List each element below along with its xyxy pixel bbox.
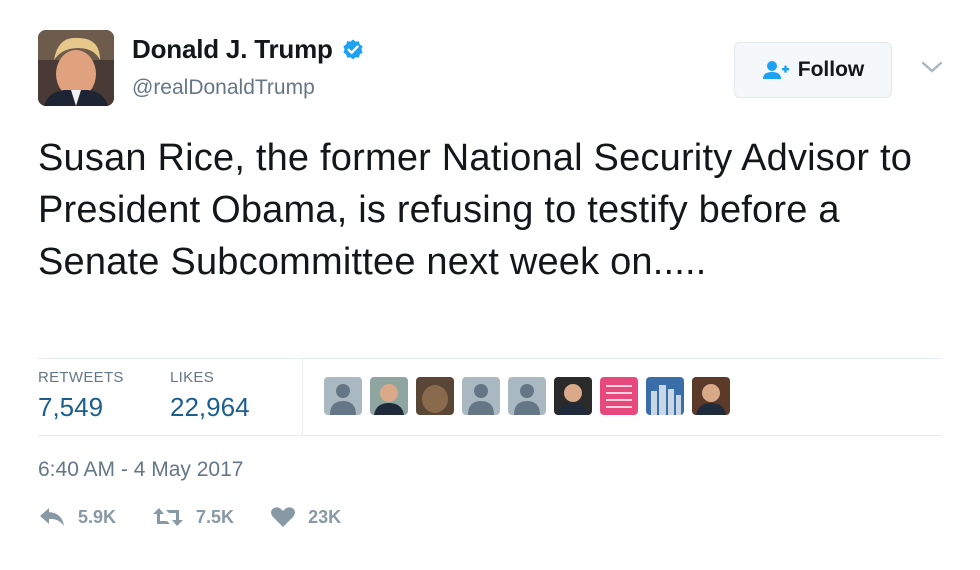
- user-handle[interactable]: @realDonaldTrump: [132, 76, 315, 100]
- follow-button[interactable]: Follow: [734, 42, 892, 98]
- retweet-count: 7.5K: [196, 506, 235, 527]
- chevron-down-icon[interactable]: [920, 58, 944, 76]
- liker-avatar[interactable]: [370, 377, 408, 415]
- retweets-count: 7,549: [38, 392, 104, 422]
- verified-badge-icon: [343, 39, 363, 59]
- likes-label: LIKES: [170, 369, 215, 386]
- liker-avatar[interactable]: [554, 377, 592, 415]
- reply-icon: [40, 508, 64, 526]
- tweet-stats: RETWEETS 7,549 LIKES 22,964: [38, 358, 942, 436]
- heart-icon: [271, 507, 296, 527]
- likes-count: 22,964: [170, 392, 250, 422]
- liker-avatar[interactable]: [324, 377, 362, 415]
- default-avatar-icon: [508, 377, 546, 415]
- liker-avatar[interactable]: [508, 377, 546, 415]
- default-avatar-icon: [324, 377, 362, 415]
- profile-photo: [38, 30, 114, 106]
- like-count: 23K: [308, 506, 342, 527]
- profile-avatar[interactable]: [38, 30, 114, 106]
- tweet-actions: 5.9K 7.5K 23K: [38, 506, 377, 528]
- display-name[interactable]: Donald J. Trump: [132, 34, 333, 65]
- city-avatar: [646, 377, 684, 415]
- photo-avatar: [370, 377, 408, 415]
- retweets-label: RETWEETS: [38, 369, 124, 386]
- liker-avatar[interactable]: [692, 377, 730, 415]
- author-name-row: Donald J. Trump: [132, 34, 365, 65]
- like-action[interactable]: 23K: [270, 506, 341, 528]
- retweet-icon: [153, 508, 184, 526]
- retweets-stat[interactable]: RETWEETS 7,549: [38, 369, 124, 423]
- photo-avatar: [554, 377, 592, 415]
- liker-avatars: [324, 377, 738, 415]
- follow-button-label: Follow: [797, 58, 865, 81]
- reply-action[interactable]: 5.9K: [38, 506, 116, 528]
- tweet-text: Susan Rice, the former National Security…: [38, 137, 913, 283]
- photo-avatar: [692, 377, 730, 415]
- liker-avatar[interactable]: [646, 377, 684, 415]
- retweet-action[interactable]: 7.5K: [152, 506, 234, 528]
- pink-text-avatar: [600, 377, 638, 415]
- tweet-timestamp[interactable]: 6:40 AM - 4 May 2017: [38, 458, 243, 482]
- default-avatar-icon: [462, 377, 500, 415]
- liker-avatar[interactable]: [462, 377, 500, 415]
- follow-user-icon: [762, 61, 789, 79]
- liker-avatar[interactable]: [600, 377, 638, 415]
- reply-count: 5.9K: [78, 506, 117, 527]
- dog-avatar: [416, 377, 454, 415]
- stats-divider: [302, 359, 303, 435]
- likes-stat[interactable]: LIKES 22,964: [170, 369, 250, 423]
- liker-avatar[interactable]: [416, 377, 454, 415]
